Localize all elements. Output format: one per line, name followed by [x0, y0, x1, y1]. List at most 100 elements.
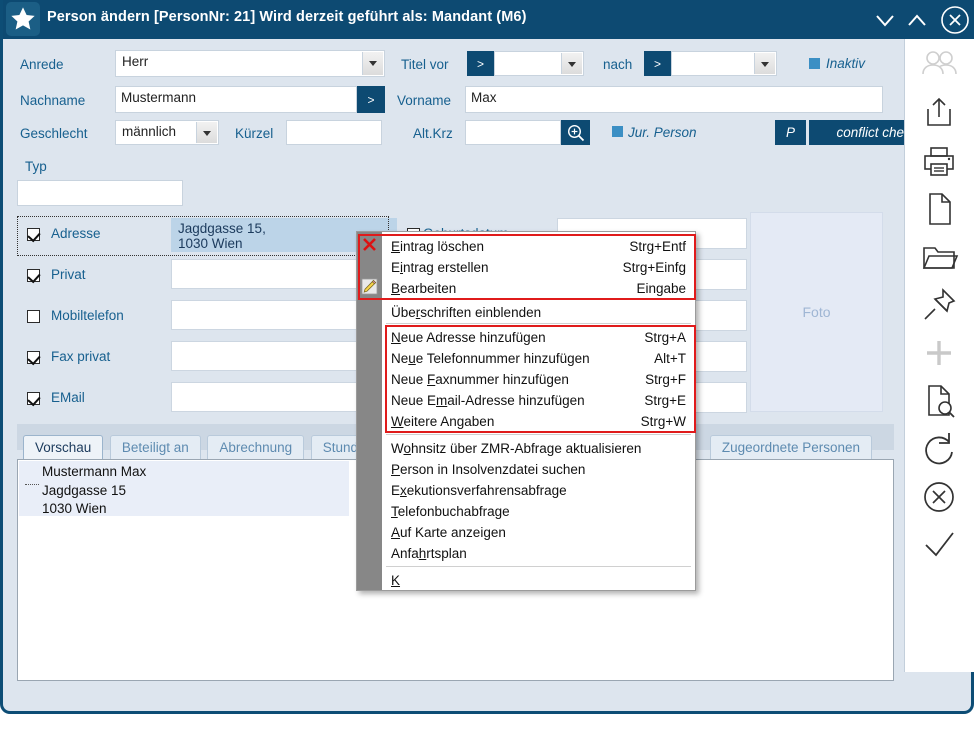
chevron-down-icon[interactable] — [196, 122, 217, 143]
menu-item-label: Telefonbuchabfrage — [391, 504, 510, 519]
foto-placeholder[interactable]: Foto — [750, 212, 883, 412]
alt-krz-label: Alt.Krz — [413, 126, 453, 141]
maximize-button[interactable] — [901, 4, 933, 36]
menu-separator — [386, 434, 691, 435]
plus-icon[interactable] — [915, 329, 963, 377]
menu-item-neue-faxnummer[interactable]: Neue Faxnummer hinzufügen Strg+F — [382, 369, 695, 390]
menu-item-eintrag-erstellen[interactable]: Eintrag erstellen Strg+Einfg — [382, 257, 695, 278]
printer-icon[interactable] — [915, 137, 963, 185]
titel-vor-lookup-button[interactable]: > — [467, 51, 494, 76]
typ-input[interactable] — [17, 180, 183, 206]
menu-item-neue-email-adresse[interactable]: Neue Email-Adresse hinzufügen Strg+E — [382, 390, 695, 411]
menu-item-shortcut: Strg+Einfg — [622, 260, 686, 275]
preview-line: Mustermann Max — [42, 464, 147, 479]
share-upload-icon[interactable] — [915, 89, 963, 137]
delete-x-icon — [361, 236, 378, 253]
menu-item-label: Neue Faxnummer hinzufügen — [391, 372, 569, 387]
tab-beteiligt-an[interactable]: Beteiligt an — [109, 435, 201, 460]
nach-lookup-button[interactable]: > — [644, 51, 671, 76]
menu-item-label: Neue Adresse hinzufügen — [391, 330, 546, 345]
menu-item-anfahrtsplan[interactable]: Anfahrtsplan — [382, 543, 695, 564]
preview-line: Jagdgasse 15 — [42, 482, 127, 498]
menu-item-neue-telefonnummer[interactable]: Neue Telefonnummer hinzufügen Alt+T — [382, 348, 695, 369]
mobiltelefon-checkbox[interactable] — [27, 310, 40, 323]
pin-icon[interactable] — [915, 281, 963, 329]
fax-privat-label: Fax privat — [51, 349, 111, 364]
menu-item-shortcut: Eingabe — [636, 281, 686, 296]
titel-vor-label: Titel vor — [401, 57, 449, 72]
anrede-label: Anrede — [20, 57, 64, 72]
typ-label: Typ — [25, 159, 47, 174]
tab-abrechnung[interactable]: Abrechnung — [207, 435, 305, 460]
nachname-label: Nachname — [20, 93, 86, 108]
menu-item-auf-karte-anzeigen[interactable]: Auf Karte anzeigen — [382, 522, 695, 543]
tab-zugeordnete-personen[interactable]: Zugeordnete Personen — [709, 435, 872, 460]
person-edit-window: Person ändern [PersonNr: 21] Wird derzei… — [0, 0, 974, 714]
menu-item-telefonbuchabfrage[interactable]: Telefonbuchabfrage — [382, 501, 695, 522]
kuerzel-input[interactable] — [286, 120, 382, 145]
menu-separator — [386, 323, 691, 324]
menu-item-keine-adresse-erv[interactable]: K — [382, 570, 695, 591]
geschlecht-select[interactable]: männlich — [115, 120, 219, 145]
cancel-circle-icon[interactable] — [915, 473, 963, 521]
star-icon[interactable] — [6, 2, 40, 36]
vorname-input[interactable]: Max — [465, 86, 883, 113]
vorname-label: Vorname — [397, 93, 452, 108]
title-bar: Person ändern [PersonNr: 21] Wird derzei… — [3, 0, 974, 39]
inaktiv-checkbox[interactable] — [809, 58, 820, 69]
anrede-value: Herr — [122, 54, 149, 69]
nach-label: nach — [603, 57, 633, 72]
tree-connector-icon — [25, 484, 39, 485]
adresse-focus-outline — [17, 216, 389, 256]
close-button[interactable] — [939, 4, 971, 36]
jur-person-label: Jur. Person — [628, 125, 697, 140]
kuerzel-label: Kürzel — [235, 126, 274, 141]
menu-item-label: Wohnsitz über ZMR-Abfrage aktualisieren — [391, 441, 642, 456]
anrede-select[interactable]: Herr — [115, 50, 385, 77]
nach-select[interactable] — [671, 51, 777, 76]
fax-privat-checkbox[interactable] — [27, 351, 40, 364]
email-checkbox[interactable] — [27, 392, 40, 405]
menu-item-insolvenzdatei[interactable]: Person in Insolvenzdatei suchen — [382, 459, 695, 480]
menu-item-label: Weitere Angaben — [391, 414, 495, 429]
menu-separator — [386, 566, 691, 567]
chevron-down-icon[interactable] — [561, 53, 582, 74]
folder-icon[interactable] — [915, 233, 963, 281]
chevron-down-icon[interactable] — [362, 52, 383, 75]
menu-item-label: Neue Telefonnummer hinzufügen — [391, 351, 590, 366]
document-search-icon[interactable] — [915, 377, 963, 425]
menu-item-neue-adresse[interactable]: Neue Adresse hinzufügen Strg+A — [382, 327, 695, 348]
nachname-input[interactable]: Mustermann — [115, 86, 357, 113]
menu-item-weitere-angaben[interactable]: Weitere Angaben Strg+W — [382, 411, 695, 432]
p-button-visual[interactable]: P — [775, 120, 806, 145]
magnifier-plus-icon[interactable] — [561, 120, 590, 145]
chevron-down-icon[interactable] — [754, 53, 775, 74]
tab-vorschau[interactable]: Vorschau — [23, 435, 104, 460]
preview-line: 1030 Wien — [42, 501, 107, 516]
window-title: Person ändern [PersonNr: 21] Wird derzei… — [47, 9, 527, 25]
check-icon[interactable] — [915, 521, 963, 569]
menu-item-label: Überschriften einblenden — [391, 305, 542, 320]
menu-item-shortcut: Alt+T — [654, 351, 686, 366]
jur-person-checkbox[interactable] — [612, 126, 623, 137]
menu-item-ueberschriften-einblenden[interactable]: Überschriften einblenden — [382, 302, 695, 323]
menu-item-bearbeiten[interactable]: Bearbeiten Eingabe — [382, 278, 695, 299]
mobiltelefon-label: Mobiltelefon — [51, 308, 124, 323]
inaktiv-label: Inaktiv — [826, 56, 866, 71]
titel-vor-select[interactable] — [494, 51, 584, 76]
nachname-lookup-button[interactable]: > — [357, 86, 385, 113]
menu-item-label: Neue Email-Adresse hinzufügen — [391, 393, 585, 408]
menu-item-exekutionsverfahrensabfrage[interactable]: Exekutionsverfahrensabfrage — [382, 480, 695, 501]
menu-item-eintrag-loeschen[interactable]: Eintrag löschen Strg+Entf — [382, 236, 695, 257]
menu-item-shortcut: Strg+A — [644, 330, 686, 345]
privat-checkbox[interactable] — [27, 269, 40, 282]
document-icon[interactable] — [915, 185, 963, 233]
alt-krz-input[interactable] — [465, 120, 561, 145]
people-icon[interactable] — [915, 41, 963, 89]
refresh-icon[interactable] — [915, 425, 963, 473]
menu-item-wohnsitz-zmr[interactable]: Wohnsitz über ZMR-Abfrage aktualisieren — [382, 438, 695, 459]
menu-item-label: K — [391, 573, 401, 588]
menu-item-label: Person in Insolvenzdatei suchen — [391, 462, 586, 477]
menu-item-shortcut: Strg+W — [640, 414, 686, 429]
minimize-button[interactable] — [869, 4, 901, 36]
